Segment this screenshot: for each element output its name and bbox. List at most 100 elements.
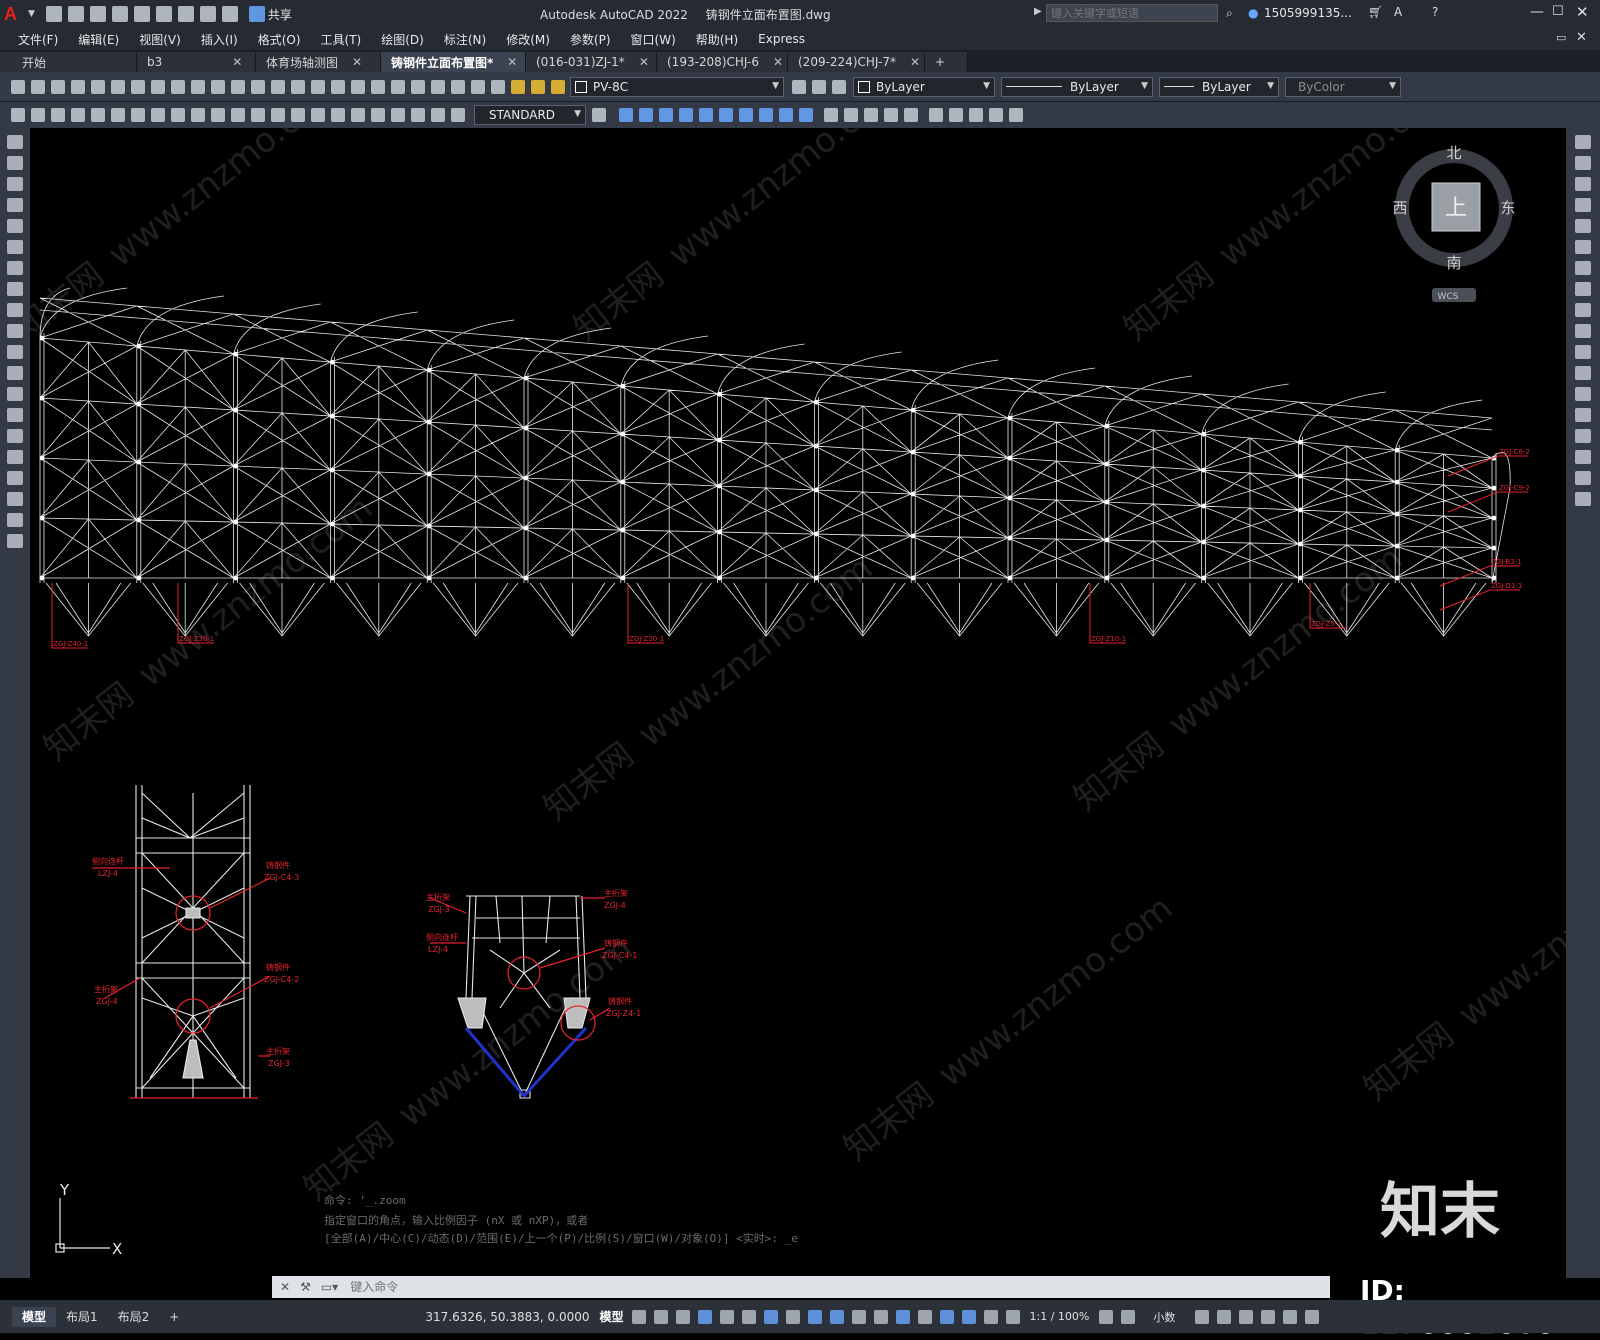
mirror-icon[interactable] (1575, 177, 1591, 191)
tab-stadium-axo[interactable]: 体育场轴测图 ✕ (256, 52, 381, 72)
save-as-icon[interactable] (111, 6, 128, 22)
auto-scale-icon[interactable] (983, 1309, 998, 1324)
linetype-dropdown[interactable]: ByLayer ▼ (1001, 76, 1153, 97)
menu-edit[interactable]: 编辑(E) (78, 31, 119, 48)
tool-palettes-icon[interactable] (391, 79, 405, 94)
view-d-icon[interactable] (679, 108, 693, 122)
menu-view[interactable]: 视图(V) (139, 31, 181, 48)
isodraft-icon[interactable] (741, 1309, 756, 1324)
tool-a-icon[interactable] (11, 108, 25, 122)
annotation-scale-value[interactable]: 1:1 / 100% (1030, 1310, 1090, 1323)
dim-diameter-icon[interactable] (191, 108, 205, 122)
annotation-monitor-icon[interactable] (1121, 1309, 1136, 1324)
graphics-performance-icon[interactable] (1261, 1309, 1276, 1324)
save-icon[interactable] (89, 6, 106, 22)
qnew-icon[interactable] (11, 79, 25, 94)
lock-ui-icon[interactable] (1217, 1309, 1232, 1324)
ellipse-icon[interactable] (7, 324, 23, 338)
menu-file[interactable]: 文件(F) (18, 31, 58, 48)
block-editor-icon[interactable] (211, 79, 225, 94)
menu-dimension[interactable]: 标注(N) (444, 31, 486, 48)
rotate-icon[interactable] (1575, 261, 1591, 275)
autodesk-a-icon[interactable]: A (1394, 5, 1402, 19)
layout-tab-1[interactable]: 布局1 (56, 1306, 108, 1327)
3d-osnap-icon[interactable] (873, 1309, 888, 1324)
drawing-svg[interactable]: www.znzmo.com知末网 www.znzmo.com知末网www.znzm… (30, 128, 1566, 1278)
ortho-icon[interactable] (697, 1309, 712, 1324)
share-button[interactable]: 共享 (268, 6, 292, 23)
help-icon[interactable] (471, 79, 485, 94)
break-at-point-icon[interactable] (1575, 366, 1591, 380)
layer-states-icon[interactable] (832, 79, 846, 94)
dim-update-icon[interactable] (451, 108, 465, 122)
view-c-icon[interactable] (659, 108, 673, 122)
blend-curves-icon[interactable] (1575, 471, 1591, 485)
cart-icon[interactable]: 🛒︎ (1368, 5, 1383, 19)
extend-icon[interactable] (1575, 345, 1591, 359)
transparency-icon[interactable] (829, 1309, 844, 1324)
inspect-icon[interactable] (371, 108, 385, 122)
dim-linear-icon[interactable] (71, 108, 85, 122)
redo-icon[interactable] (221, 6, 238, 22)
view-f-icon[interactable] (719, 108, 733, 122)
color-dropdown[interactable]: ByLayer ▼ (853, 76, 995, 97)
markup-icon[interactable] (431, 79, 445, 94)
dim-text-edit-icon[interactable] (431, 108, 445, 122)
jogged-linear-icon[interactable] (391, 108, 405, 122)
visual-style-b-icon[interactable] (844, 108, 858, 122)
open-icon[interactable] (31, 79, 45, 94)
tab-b3[interactable]: b3 ✕ (137, 52, 256, 72)
revcloud-icon[interactable] (7, 282, 23, 296)
coordinates-display[interactable]: 317.6326, 50.3883, 0.0000 (425, 1310, 589, 1324)
doc-close-icon[interactable]: ✕ (1576, 30, 1587, 45)
view-g-icon[interactable] (739, 108, 753, 122)
model-space-toggle[interactable]: 模型 (600, 1308, 624, 1325)
osnap-icon[interactable] (785, 1309, 800, 1324)
tool-c-icon[interactable] (51, 108, 65, 122)
viewcube-north-label[interactable]: 北 (1446, 144, 1461, 162)
clean-screen-icon[interactable] (1283, 1309, 1298, 1324)
plot-icon[interactable] (71, 79, 85, 94)
viewcube[interactable]: 上 北 南 东 西 WCS (1392, 144, 1516, 302)
isolate-objects-icon[interactable] (1239, 1309, 1254, 1324)
gizmo-icon[interactable] (939, 1309, 954, 1324)
tolerance-icon[interactable] (331, 108, 345, 122)
viewcube-east-label[interactable]: 东 (1500, 199, 1515, 217)
tab-close-icon[interactable]: ✕ (639, 55, 649, 69)
quick-properties-icon[interactable] (1195, 1309, 1210, 1324)
close-icon[interactable]: ✕ (1576, 3, 1589, 21)
ellipse-arc-icon[interactable] (7, 345, 23, 359)
dim-break-icon[interactable] (311, 108, 325, 122)
autocad-logo-icon[interactable]: A (4, 3, 28, 25)
command-input[interactable] (348, 1277, 1253, 1297)
menu-format[interactable]: 格式(O) (258, 31, 301, 48)
annotation-visibility-icon[interactable] (961, 1309, 976, 1324)
share-icon[interactable] (248, 6, 265, 22)
app-menu-chevron-icon[interactable]: ▼ (28, 9, 35, 19)
lineweight-icon[interactable] (807, 1309, 822, 1324)
join-icon[interactable] (1575, 408, 1591, 422)
chamfer-icon[interactable] (1575, 429, 1591, 443)
ucs-e-icon[interactable] (1009, 108, 1023, 122)
customize-icon[interactable]: ⚒ (300, 1280, 311, 1294)
add-layout-button[interactable]: + (159, 1306, 190, 1327)
pan-icon[interactable] (271, 79, 285, 94)
paste-icon[interactable] (171, 79, 185, 94)
dim-ordinate-icon[interactable] (131, 108, 145, 122)
search-expand-icon[interactable]: ▶ (1034, 6, 1042, 17)
visual-style-e-icon[interactable] (904, 108, 918, 122)
copy-object-icon[interactable] (1575, 156, 1591, 170)
ucs-b-icon[interactable] (949, 108, 963, 122)
save-icon[interactable] (51, 79, 65, 94)
cut-icon[interactable] (131, 79, 145, 94)
preview-icon[interactable] (91, 79, 105, 94)
save-web-icon[interactable] (155, 6, 172, 22)
erase-icon[interactable] (1575, 135, 1591, 149)
publish-icon[interactable] (111, 79, 125, 94)
tab-close-icon[interactable]: ✕ (507, 55, 517, 69)
center-mark-icon[interactable] (351, 108, 365, 122)
view-e-icon[interactable] (699, 108, 713, 122)
tool-b-icon[interactable] (31, 108, 45, 122)
tab-close-icon[interactable]: ✕ (773, 55, 783, 69)
table-icon[interactable] (7, 492, 23, 506)
